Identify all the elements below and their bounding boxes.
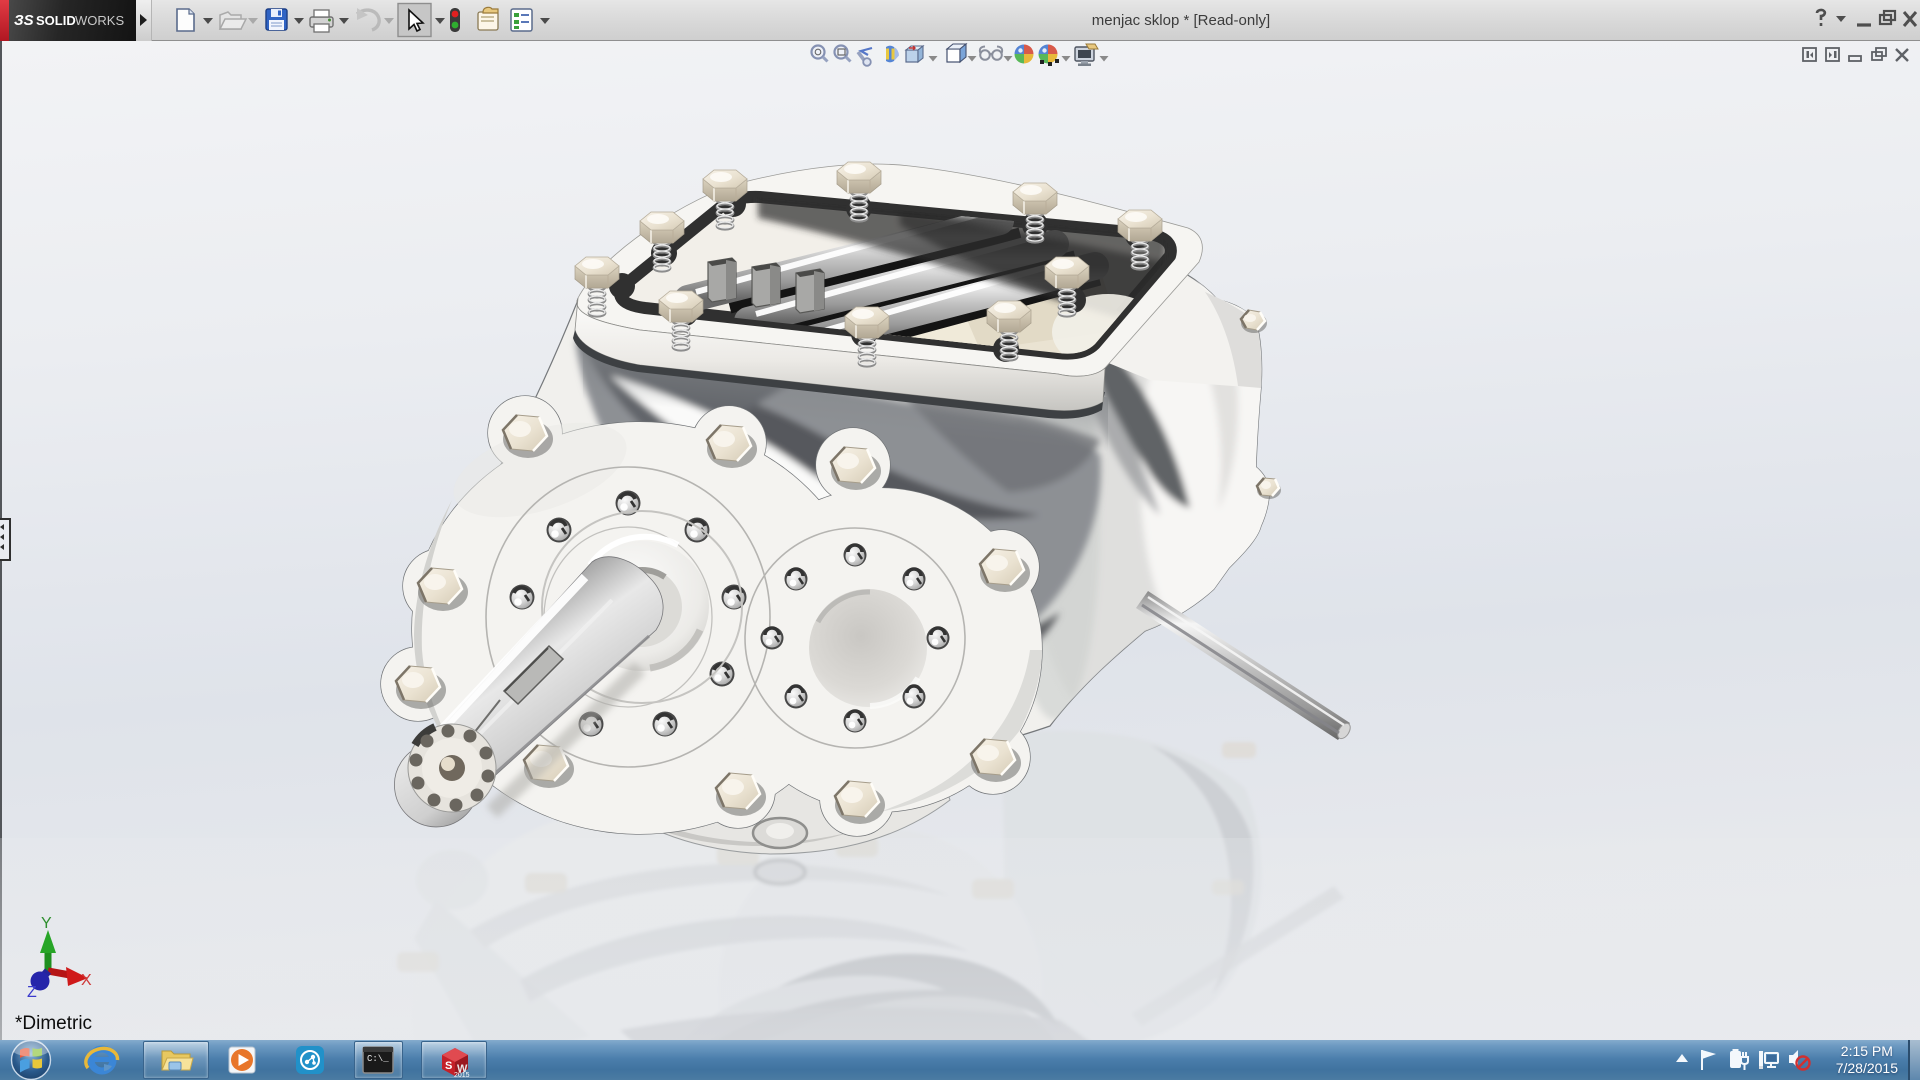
svg-text:Y: Y: [41, 915, 52, 932]
svg-text:2015: 2015: [454, 1072, 470, 1079]
svg-text:Z: Z: [27, 984, 37, 1001]
svg-text:S: S: [445, 1060, 452, 1072]
svg-text:C:\_: C:\_: [367, 1054, 389, 1064]
svg-text:X: X: [81, 972, 92, 989]
